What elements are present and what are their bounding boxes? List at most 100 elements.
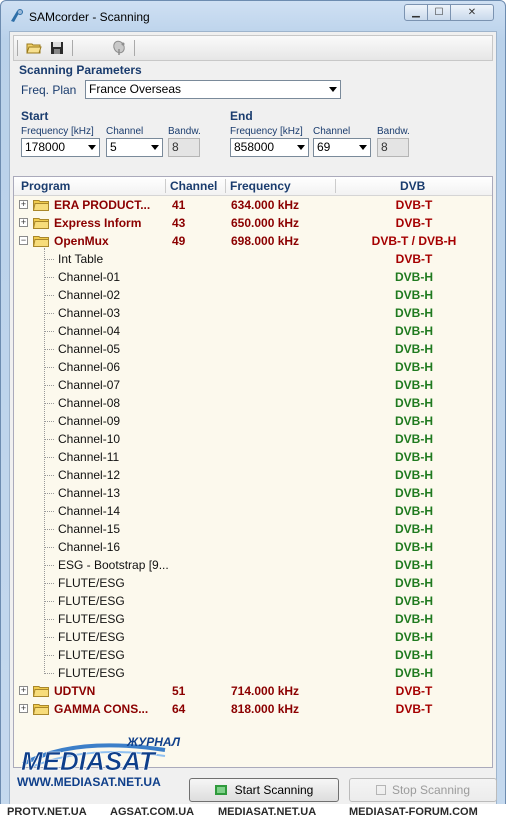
- mux-row[interactable]: + Express Inform 43 650.000 kHz DVB-T: [14, 214, 492, 232]
- program-name: Channel-13: [58, 486, 121, 500]
- tree-connector: [44, 403, 54, 404]
- dvb-type: DVB-H: [395, 360, 433, 374]
- program-row[interactable]: Channel-02 DVB-H: [14, 286, 492, 304]
- freq-plan-label: Freq. Plan: [21, 83, 77, 97]
- program-row[interactable]: Channel-13 DVB-H: [14, 484, 492, 502]
- mediasat-logo: ЖУРНАЛ MEDIASAT WWW.MEDIASAT.NET.UA: [17, 735, 181, 789]
- tree-connector: [44, 601, 54, 602]
- program-row[interactable]: FLUTE/ESG DVB-H: [14, 574, 492, 592]
- maximize-button[interactable]: ☐: [427, 4, 451, 21]
- start-frequency-select[interactable]: 178000: [21, 138, 100, 157]
- dvb-type: DVB-T / DVB-H: [371, 234, 457, 248]
- collapse-icon[interactable]: −: [19, 236, 28, 245]
- program-name: Channel-05: [58, 342, 121, 356]
- program-row[interactable]: Channel-10 DVB-H: [14, 430, 492, 448]
- start-channel-select[interactable]: 5: [106, 138, 163, 157]
- satellite-button[interactable]: [110, 39, 130, 57]
- program-row[interactable]: FLUTE/ESG DVB-H: [14, 592, 492, 610]
- frequency-value: 698.000 kHz: [231, 234, 300, 248]
- program-row[interactable]: FLUTE/ESG DVB-H: [14, 628, 492, 646]
- program-row[interactable]: Channel-15 DVB-H: [14, 520, 492, 538]
- program-row[interactable]: ESG - Bootstrap [9... DVB-H: [14, 556, 492, 574]
- toolbar: [13, 35, 493, 61]
- program-row[interactable]: Channel-01 DVB-H: [14, 268, 492, 286]
- program-grid[interactable]: Program Channel Frequency DVB + ERA PRODU…: [13, 176, 493, 768]
- dvb-type: DVB-T: [395, 702, 433, 716]
- open-button[interactable]: [24, 39, 44, 57]
- program-name: UDTVN: [54, 684, 96, 698]
- program-row[interactable]: Channel-03 DVB-H: [14, 304, 492, 322]
- tree-connector: [44, 248, 45, 674]
- program-row[interactable]: FLUTE/ESG DVB-H: [14, 610, 492, 628]
- dvb-type: DVB-H: [395, 306, 433, 320]
- tree-connector: [44, 313, 54, 314]
- minimize-button[interactable]: ▁: [404, 4, 428, 21]
- program-row[interactable]: FLUTE/ESG DVB-H: [14, 646, 492, 664]
- mux-row[interactable]: + GAMMA CONS... 64 818.000 kHz DVB-T: [14, 700, 492, 718]
- program-row[interactable]: FLUTE/ESG DVB-H: [14, 664, 492, 682]
- column-header-program[interactable]: Program: [21, 179, 70, 193]
- freq-plan-select[interactable]: France Overseas: [85, 80, 341, 99]
- app-icon: [11, 9, 23, 22]
- program-name: Int Table: [58, 252, 104, 266]
- program-name: Express Inform: [54, 216, 142, 230]
- folder-icon: [33, 218, 49, 229]
- dvb-type: DVB-H: [395, 522, 433, 536]
- end-bandw-label: Bandw.: [377, 126, 410, 137]
- program-row[interactable]: Channel-05 DVB-H: [14, 340, 492, 358]
- stop-scanning-button[interactable]: Stop Scanning: [349, 778, 497, 802]
- tree-connector: [44, 421, 54, 422]
- column-header-channel[interactable]: Channel: [170, 179, 217, 193]
- mux-row[interactable]: + UDTVN 51 714.000 kHz DVB-T: [14, 682, 492, 700]
- program-name: Channel-04: [58, 324, 121, 338]
- end-channel-select[interactable]: 69: [313, 138, 371, 157]
- mux-row[interactable]: + ERA PRODUCT... 41 634.000 kHz DVB-T: [14, 196, 492, 214]
- program-name: GAMMA CONS...: [54, 702, 149, 716]
- dvb-type: DVB-H: [395, 558, 433, 572]
- program-row[interactable]: Channel-09 DVB-H: [14, 412, 492, 430]
- end-channel-value: 69: [317, 140, 331, 154]
- expand-icon[interactable]: +: [19, 218, 28, 227]
- end-bandw-field: 8: [377, 138, 409, 157]
- program-row[interactable]: Channel-08 DVB-H: [14, 394, 492, 412]
- program-row[interactable]: Channel-16 DVB-H: [14, 538, 492, 556]
- scanning-parameters-heading: Scanning Parameters: [19, 63, 142, 77]
- start-frequency-label: Frequency [kHz]: [21, 126, 94, 137]
- column-header-dvb[interactable]: DVB: [400, 179, 425, 193]
- end-frequency-select[interactable]: 858000: [230, 138, 309, 157]
- expand-icon[interactable]: +: [19, 200, 28, 209]
- dvb-type: DVB-H: [395, 612, 433, 626]
- program-row[interactable]: Channel-12 DVB-H: [14, 466, 492, 484]
- program-name: Channel-15: [58, 522, 121, 536]
- column-divider: [225, 179, 226, 193]
- dvb-type: DVB-H: [395, 270, 433, 284]
- start-heading: Start: [21, 109, 49, 123]
- dvb-type: DVB-H: [395, 630, 433, 644]
- program-row[interactable]: Channel-06 DVB-H: [14, 358, 492, 376]
- program-row[interactable]: Channel-04 DVB-H: [14, 322, 492, 340]
- tree-connector: [44, 259, 54, 260]
- program-name: Channel-06: [58, 360, 121, 374]
- program-row[interactable]: Int Table DVB-T: [14, 250, 492, 268]
- dvb-type: DVB-H: [395, 432, 433, 446]
- channel-number: 51: [172, 684, 186, 698]
- program-row[interactable]: Channel-07 DVB-H: [14, 376, 492, 394]
- column-header-frequency[interactable]: Frequency: [230, 179, 291, 193]
- program-row[interactable]: Channel-11 DVB-H: [14, 448, 492, 466]
- close-button[interactable]: ✕: [450, 4, 494, 21]
- tree-connector: [44, 637, 54, 638]
- toolbar-grip: [17, 40, 18, 56]
- tree-connector: [44, 457, 54, 458]
- dvb-type: DVB-H: [395, 666, 433, 680]
- grid-header: Program Channel Frequency DVB: [14, 177, 492, 196]
- start-scanning-button[interactable]: Start Scanning: [189, 778, 339, 802]
- frequency-value: 714.000 kHz: [231, 684, 300, 698]
- program-row[interactable]: Channel-14 DVB-H: [14, 502, 492, 520]
- expand-icon[interactable]: +: [19, 704, 28, 713]
- mux-row[interactable]: − OpenMux 49 698.000 kHz DVB-T / DVB-H: [14, 232, 492, 250]
- toolbar-separator: [134, 40, 135, 56]
- frequency-value: 818.000 kHz: [231, 702, 300, 716]
- expand-icon[interactable]: +: [19, 686, 28, 695]
- save-button[interactable]: [47, 39, 67, 57]
- tree-connector: [44, 295, 54, 296]
